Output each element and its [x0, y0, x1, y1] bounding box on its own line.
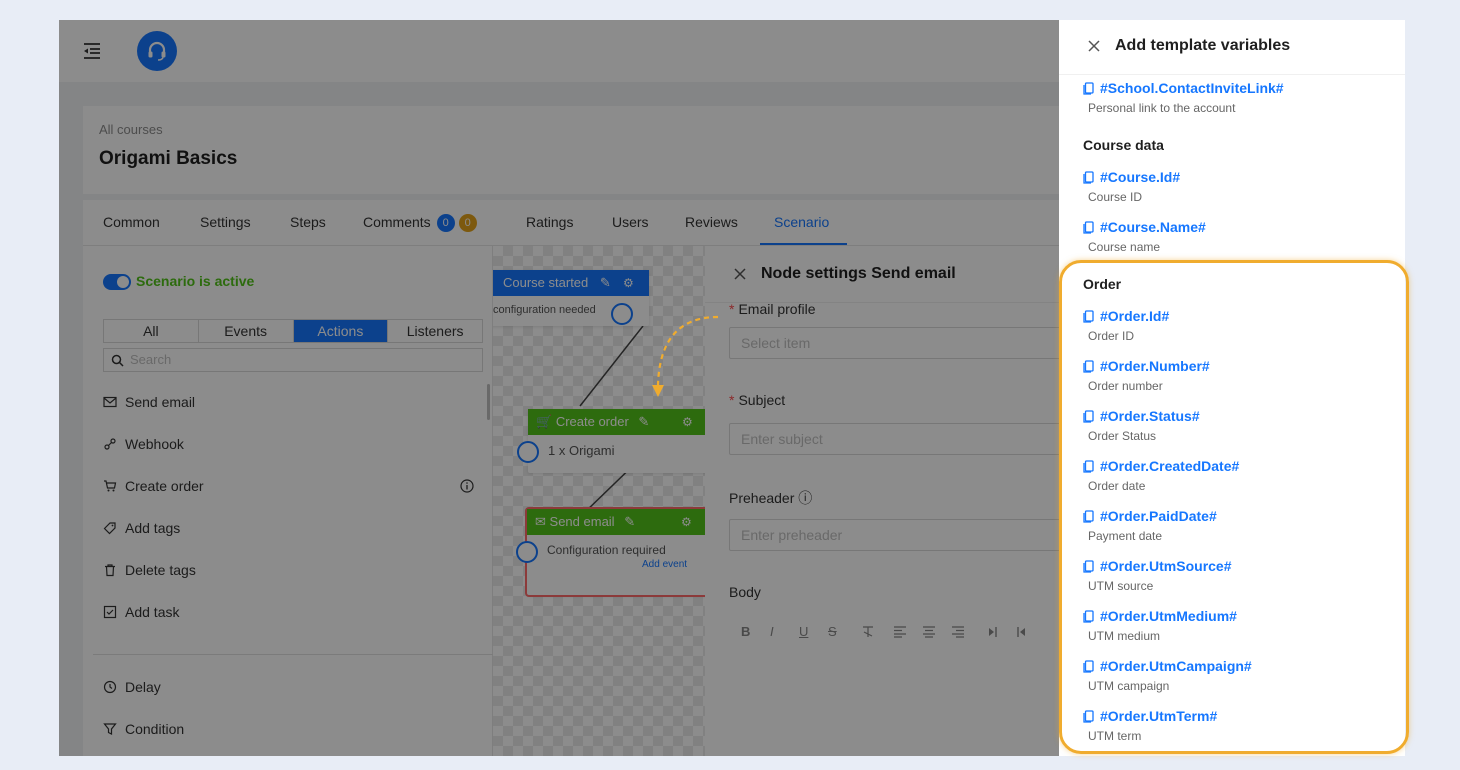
copy-icon[interactable] — [1083, 359, 1094, 373]
variable-item[interactable]: #Course.Name# Course name — [1083, 219, 1206, 254]
variable-description: UTM medium — [1088, 629, 1161, 643]
variable-item[interactable]: #School.ContactInviteLink# Personal link… — [1083, 80, 1284, 115]
variable-code[interactable]: #Order.Id# — [1100, 308, 1169, 324]
app-window: All courses Origami Basics Common Settin… — [59, 20, 1405, 756]
variable-description: Order Status — [1088, 429, 1157, 443]
variable-code[interactable]: #Order.Number# — [1100, 358, 1210, 374]
section-order: Order — [1083, 276, 1122, 292]
variable-description: Personal link to the account — [1088, 101, 1236, 115]
copy-icon[interactable] — [1083, 559, 1094, 573]
variable-description: Course name — [1088, 240, 1161, 254]
variable-description: UTM source — [1088, 579, 1154, 593]
variable-code[interactable]: #Course.Id# — [1100, 169, 1180, 185]
copy-icon[interactable] — [1083, 170, 1094, 184]
variable-code[interactable]: #Course.Name# — [1100, 219, 1206, 235]
variable-item[interactable]: #Order.Id# Order ID — [1083, 308, 1169, 343]
variable-code[interactable]: #School.ContactInviteLink# — [1100, 80, 1284, 96]
close-icon[interactable] — [1087, 39, 1101, 53]
drawer-title: Add template variables — [1115, 37, 1291, 54]
variable-item[interactable]: #Order.Status# Order Status — [1083, 408, 1200, 443]
drawer-divider — [1059, 74, 1405, 75]
variable-item[interactable]: #Order.Number# Order number — [1083, 358, 1210, 393]
variable-description: Payment date — [1088, 529, 1163, 543]
variable-description: UTM term — [1088, 729, 1142, 743]
variable-code[interactable]: #Order.CreatedDate# — [1100, 458, 1239, 474]
variable-code[interactable]: #Order.UtmCampaign# — [1100, 658, 1252, 674]
variable-description: Order date — [1088, 479, 1146, 493]
variable-item[interactable]: #Order.UtmSource# UTM source — [1083, 558, 1232, 593]
copy-icon[interactable] — [1083, 309, 1094, 323]
variable-description: UTM campaign — [1088, 679, 1170, 693]
copy-icon[interactable] — [1083, 459, 1094, 473]
variable-code[interactable]: #Order.PaidDate# — [1100, 508, 1217, 524]
variable-code[interactable]: #Order.UtmMedium# — [1100, 608, 1237, 624]
variable-code[interactable]: #Order.Status# — [1100, 408, 1200, 424]
copy-icon[interactable] — [1083, 409, 1094, 423]
copy-icon[interactable] — [1083, 609, 1094, 623]
variable-item[interactable]: #Order.PaidDate# Payment date — [1083, 508, 1217, 543]
copy-icon[interactable] — [1083, 659, 1094, 673]
variable-item[interactable]: #Order.UtmCampaign# UTM campaign — [1083, 658, 1252, 693]
variable-description: Order ID — [1088, 329, 1135, 343]
variable-item[interactable]: #Order.UtmTerm# UTM term — [1083, 708, 1217, 743]
template-variables-drawer: Add template variables #School.ContactIn… — [1059, 20, 1405, 756]
variable-item[interactable]: #Course.Id# Course ID — [1083, 169, 1180, 204]
variable-description: Course ID — [1088, 190, 1143, 204]
section-course-data: Course data — [1083, 137, 1164, 153]
variable-item[interactable]: #Order.CreatedDate# Order date — [1083, 458, 1239, 493]
copy-icon[interactable] — [1083, 509, 1094, 523]
variable-description: Order number — [1088, 379, 1163, 393]
variable-item[interactable]: #Order.UtmMedium# UTM medium — [1083, 608, 1237, 643]
copy-icon[interactable] — [1083, 220, 1094, 234]
variable-code[interactable]: #Order.UtmSource# — [1100, 558, 1232, 574]
copy-icon[interactable] — [1083, 709, 1094, 723]
copy-icon[interactable] — [1083, 81, 1094, 95]
modal-mask[interactable] — [59, 20, 1059, 756]
variable-code[interactable]: #Order.UtmTerm# — [1100, 708, 1217, 724]
